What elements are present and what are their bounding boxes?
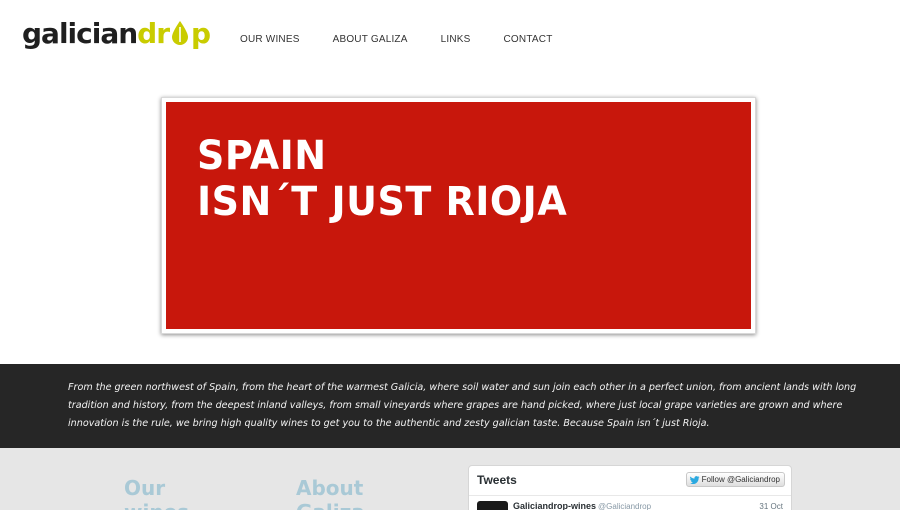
tweet-author-name: Galiciandrop-wines xyxy=(513,501,597,510)
follow-button[interactable]: Follow @Galiciandrop xyxy=(685,472,785,487)
tweets-heading: Tweets xyxy=(477,473,517,487)
bottom-section: Our wines About Galiza Tweets Follow @Ga… xyxy=(0,448,900,510)
tweet-author[interactable]: Galiciandrop-wines @Galiciandrop xyxy=(513,501,651,510)
tweet-author-handle: @Galiciandrop xyxy=(598,502,652,510)
twitter-bird-icon xyxy=(689,475,700,484)
about-galiza-heading-line-2: Galiza xyxy=(296,500,365,510)
hero-title: SPAIN ISN´T JUST RIOJA xyxy=(197,132,567,224)
drop-icon xyxy=(170,17,190,45)
tweets-divider xyxy=(469,495,791,496)
our-wines-heading-line-2: wines xyxy=(124,500,189,510)
intro-band: From the green northwest of Spain, from … xyxy=(0,364,900,448)
hero-title-line-2: ISN´T JUST RIOJA xyxy=(197,178,568,225)
follow-button-label: Follow @Galiciandrop xyxy=(701,475,780,484)
nav-about-galiza[interactable]: ABOUT GALIZA xyxy=(333,34,408,45)
logo-text-dr: dr xyxy=(137,17,170,50)
tweet-avatar[interactable] xyxy=(477,501,508,510)
hero-banner: SPAIN ISN´T JUST RIOJA xyxy=(161,97,756,334)
site-logo[interactable]: galiciandr p xyxy=(22,14,211,54)
logo-text-galician: galician xyxy=(22,17,138,50)
intro-text: From the green northwest of Spain, from … xyxy=(68,382,857,429)
tweet-date[interactable]: 31 Oct xyxy=(759,502,783,510)
nav-links[interactable]: LINKS xyxy=(441,34,471,45)
hero-title-line-1: SPAIN xyxy=(197,132,327,179)
about-galiza-heading-line-1: About xyxy=(296,476,364,500)
hero-panel: SPAIN ISN´T JUST RIOJA xyxy=(166,102,751,329)
our-wines-heading[interactable]: Our wines xyxy=(124,476,189,510)
our-wines-heading-line-1: Our xyxy=(124,476,166,500)
twitter-widget: Tweets Follow @Galiciandrop Galiciandrop… xyxy=(468,465,792,510)
logo-text-p: p xyxy=(191,17,211,50)
nav-contact[interactable]: CONTACT xyxy=(504,34,553,45)
nav-our-wines[interactable]: OUR WINES xyxy=(240,34,300,45)
about-galiza-heading[interactable]: About Galiza xyxy=(296,476,365,510)
site-header: galiciandr p OUR WINES ABOUT GALIZA LINKS… xyxy=(0,0,900,80)
main-nav: OUR WINES ABOUT GALIZA LINKS CONTACT xyxy=(240,34,586,45)
